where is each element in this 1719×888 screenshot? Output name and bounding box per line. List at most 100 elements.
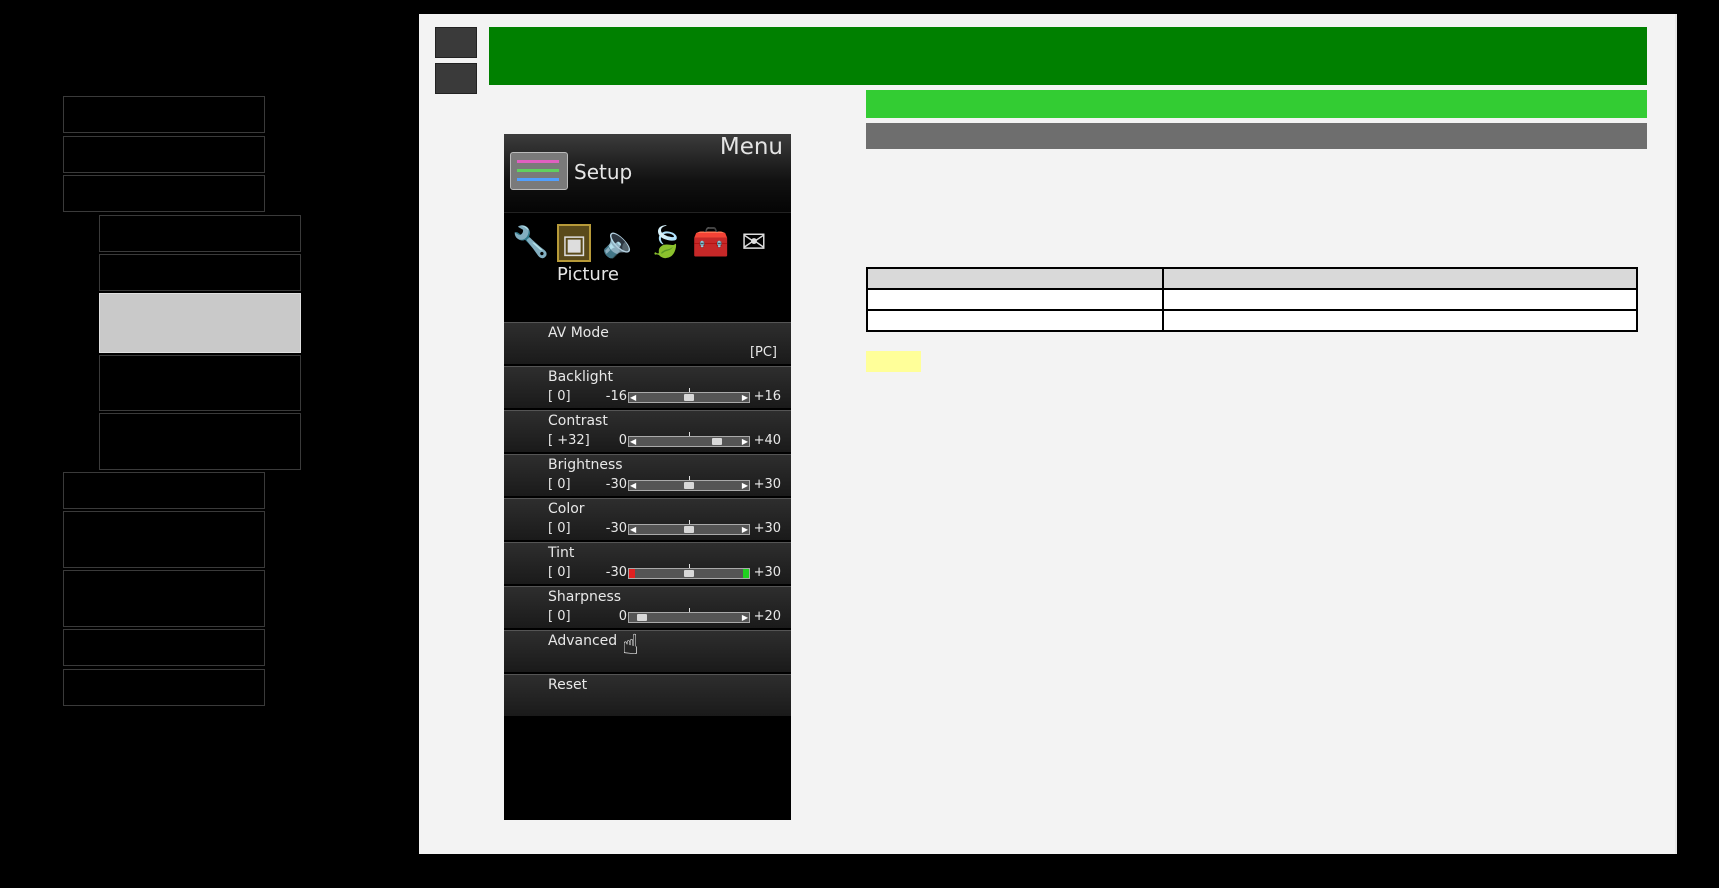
mail-icon[interactable]: ✉ <box>737 224 771 262</box>
speaker-icon[interactable]: 🔈 <box>602 224 639 262</box>
row-label: Reset <box>548 677 588 693</box>
arrow-left-icon: ◀ <box>630 393 637 402</box>
reset-row[interactable]: Reset <box>504 674 791 716</box>
page-title-bar <box>489 27 1647 85</box>
slider-center-mark <box>689 564 690 568</box>
row-label: Color <box>548 501 585 517</box>
row-label: Advanced <box>548 633 618 649</box>
menu-tab-icons: 🔧 ▣ 🔈 🍃 🧰 ✉ <box>504 224 791 268</box>
slider-knob[interactable] <box>712 438 723 445</box>
slider-center-mark <box>689 608 690 612</box>
sidebar-item-8[interactable] <box>63 669 265 706</box>
row-value: [ 0] <box>548 389 571 404</box>
sharpness-row[interactable]: Sharpness [ 0] 0 ▶ +20 <box>504 586 791 628</box>
row-max: +16 <box>753 389 781 404</box>
sidebar-item-2[interactable] <box>63 136 265 173</box>
sidebar-subitem-1[interactable] <box>99 215 301 252</box>
row-value: [ 0] <box>548 609 571 624</box>
backlight-row[interactable]: Backlight [ 0] -16 ◀ ▶ +16 <box>504 366 791 408</box>
slider-knob[interactable] <box>637 614 647 621</box>
arrow-left-icon: ◀ <box>630 437 637 446</box>
slider-center-mark <box>689 432 690 436</box>
contrast-row[interactable]: Contrast [ +32] 0 ◀ ▶ +40 <box>504 410 791 452</box>
subsection-heading-bar <box>866 123 1647 149</box>
slider-knob[interactable] <box>684 526 694 533</box>
sidebar-item-3[interactable] <box>63 175 265 212</box>
table-header-row <box>866 267 1638 290</box>
row-max: +20 <box>753 609 781 624</box>
menu-title: Menu <box>719 134 783 160</box>
tint-row[interactable]: Tint [ 0] -30 +30 <box>504 542 791 584</box>
sidebar-subitem-5[interactable] <box>99 413 301 470</box>
right-bar <box>1675 14 1719 870</box>
row-min: -16 <box>605 389 627 404</box>
sidebar-item-6[interactable] <box>63 570 265 627</box>
backlight-slider[interactable]: ◀ ▶ <box>628 388 750 403</box>
arrow-right-icon: ▶ <box>741 437 748 446</box>
brightness-row[interactable]: Brightness [ 0] -30 ◀ ▶ +30 <box>504 454 791 496</box>
picture-icon[interactable]: ▣ <box>557 224 591 262</box>
row-max: +30 <box>753 521 781 536</box>
sidebar-item-1[interactable] <box>63 96 265 133</box>
row-value: [ +32] <box>548 433 590 448</box>
row-value: [PC] <box>749 345 777 360</box>
advanced-row[interactable]: Advanced ☝ <box>504 628 791 672</box>
slider-center-mark <box>689 520 690 524</box>
slider-center-mark <box>689 476 690 480</box>
sidebar-subitem-active[interactable] <box>99 293 301 353</box>
sidebar-subitem-4[interactable] <box>99 355 301 411</box>
row-label: Brightness <box>548 457 623 473</box>
table-cell <box>866 309 1164 332</box>
toolbox-icon[interactable]: 🧰 <box>692 224 729 262</box>
sidebar-item-5[interactable] <box>63 511 265 568</box>
bottom-bar <box>419 854 1675 870</box>
info-table <box>866 267 1638 332</box>
section-heading-bar <box>866 90 1647 118</box>
slider-knob[interactable] <box>684 570 694 577</box>
av-mode-row[interactable]: AV Mode [PC] <box>504 322 791 364</box>
row-max: +30 <box>753 565 781 580</box>
nav-button-down[interactable] <box>435 63 477 94</box>
color-row[interactable]: Color [ 0] -30 ◀ ▶ +30 <box>504 498 791 540</box>
wrench-icon[interactable]: 🔧 <box>512 224 549 262</box>
tint-red-end <box>629 569 635 578</box>
arrow-left-icon: ◀ <box>630 481 637 490</box>
row-label: AV Mode <box>548 325 609 341</box>
row-min: 0 <box>618 433 627 448</box>
table-row <box>866 309 1638 332</box>
arrow-right-icon: ▶ <box>741 525 748 534</box>
slider-knob[interactable] <box>684 394 694 401</box>
row-max: +30 <box>753 477 781 492</box>
tint-green-end <box>743 569 749 578</box>
sidebar-item-7[interactable] <box>63 629 265 666</box>
row-label: Tint <box>548 545 575 561</box>
slider-knob[interactable] <box>684 482 694 489</box>
sidebar-item-4[interactable] <box>63 472 265 509</box>
setup-label: Setup <box>574 160 633 184</box>
picture-label: Picture <box>557 264 619 285</box>
row-min: -30 <box>605 521 627 536</box>
leaf-icon[interactable]: 🍃 <box>647 224 684 262</box>
tint-slider[interactable] <box>628 564 750 579</box>
row-min: -30 <box>605 477 627 492</box>
table-cell <box>1162 288 1638 311</box>
nav-button-up[interactable] <box>435 27 477 58</box>
pointing-hand-icon: ☝ <box>622 628 640 661</box>
sidebar-subitem-2[interactable] <box>99 254 301 291</box>
right-edge-divider <box>1675 14 1677 854</box>
brightness-slider[interactable]: ◀ ▶ <box>628 476 750 491</box>
arrow-left-icon: ◀ <box>630 525 637 534</box>
row-label: Sharpness <box>548 589 622 605</box>
table-header-cell <box>866 267 1164 290</box>
table-cell <box>866 288 1164 311</box>
table-row <box>866 288 1638 311</box>
row-value: [ 0] <box>548 565 571 580</box>
contrast-slider[interactable]: ◀ ▶ <box>628 432 750 447</box>
arrow-right-icon: ▶ <box>741 613 748 622</box>
table-cell <box>1162 309 1638 332</box>
arrow-right-icon: ▶ <box>741 393 748 402</box>
sharpness-slider[interactable]: ▶ <box>628 608 750 623</box>
row-max: +40 <box>753 433 781 448</box>
color-slider[interactable]: ◀ ▶ <box>628 520 750 535</box>
row-label: Contrast <box>548 413 608 429</box>
